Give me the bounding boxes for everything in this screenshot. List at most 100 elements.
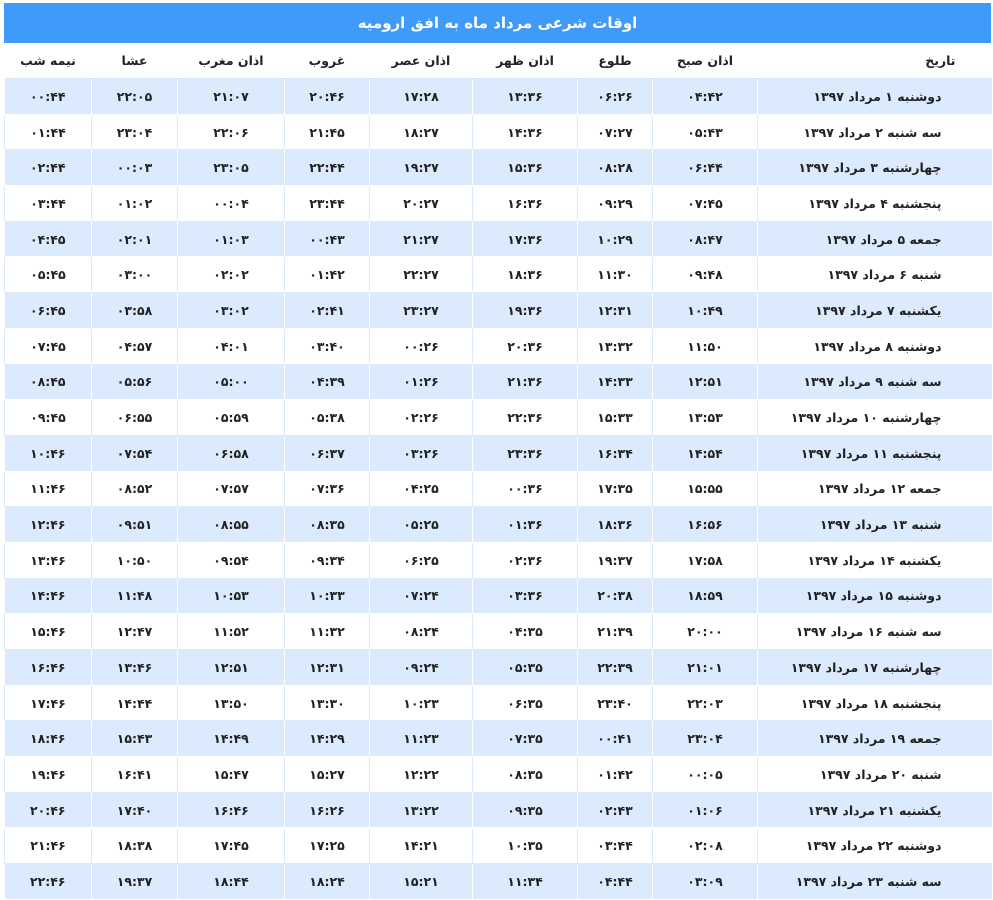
maghrib-cell: ۰۳:۰۲ [177, 292, 285, 329]
isha-cell: ۰۲:۰۱ [91, 221, 178, 258]
midnight-cell: ۰۵:۴۵ [4, 256, 92, 294]
date-cell: پنجشنبه ۴ مرداد ۱۳۹۷ [757, 185, 992, 222]
asr-cell: ۰۸:۲۴ [369, 613, 473, 650]
isha-cell: ۰۱:۰۲ [91, 185, 178, 222]
maghrib-cell: ۰۰:۰۴ [177, 185, 285, 222]
isha-cell: ۱۱:۴۸ [91, 578, 178, 615]
midnight-cell: ۰۳:۴۴ [4, 185, 92, 222]
sunset-cell: ۰۱:۴۲ [284, 256, 370, 294]
date-cell: دوشنبه ۲۲ مرداد ۱۳۹۷ [757, 827, 992, 865]
midnight-cell: ۱۹:۴۶ [4, 756, 92, 793]
date-cell: چهارشنبه ۱۰ مرداد ۱۳۹۷ [757, 399, 992, 436]
sunset-cell: ۱۱:۳۲ [284, 613, 370, 650]
sunrise-cell: ۰۸:۲۸ [577, 149, 653, 187]
asr-cell: ۱۸:۲۷ [369, 114, 473, 151]
midnight-cell: ۱۸:۴۶ [4, 720, 92, 758]
sunrise-cell: ۰۳:۴۴ [577, 827, 653, 865]
sunset-cell: ۲۳:۴۴ [284, 185, 370, 222]
table-row: جمعه ۱۲ مرداد ۱۳۹۷ ۱۵:۵۵ ۱۷:۳۵ ۰۰:۳۶ ۰۴:۲۵ ۰۷… [4, 471, 992, 508]
table-row: پنجشنبه ۴ مرداد ۱۳۹۷ ۰۷:۴۵ ۰۹:۲۹ ۱۶:۳۶ ۲۰:۲۷… [4, 185, 992, 222]
table-row: یکشنبه ۱۴ مرداد ۱۳۹۷ ۱۷:۵۸ ۱۹:۳۷ ۰۲:۳۶ ۰۶:۲۵… [4, 542, 992, 579]
sunrise-cell: ۱۸:۳۶ [577, 506, 653, 543]
date-cell: شنبه ۶ مرداد ۱۳۹۷ [757, 256, 992, 294]
dhuhr-cell: ۰۴:۳۵ [472, 613, 578, 650]
asr-cell: ۲۰:۲۷ [369, 185, 473, 222]
date-cell: پنجشنبه ۱۸ مرداد ۱۳۹۷ [757, 685, 992, 722]
maghrib-cell: ۲۳:۰۵ [177, 149, 285, 187]
midnight-cell: ۰۶:۴۵ [4, 292, 92, 329]
dhuhr-cell: ۱۱:۳۴ [472, 863, 578, 900]
fajr-cell: ۰۸:۴۷ [652, 221, 758, 258]
fajr-cell: ۱۳:۵۳ [652, 399, 758, 436]
sunrise-cell: ۲۳:۴۰ [577, 685, 653, 722]
asr-cell: ۱۵:۲۱ [369, 863, 473, 900]
table-row: سه شنبه ۲۳ مرداد ۱۳۹۷ ۰۳:۰۹ ۰۴:۴۴ ۱۱:۳۴ ۱۵:۲… [4, 863, 992, 900]
asr-cell: ۱۰:۲۳ [369, 685, 473, 722]
midnight-cell: ۱۰:۴۶ [4, 435, 92, 472]
prayer-times-panel: اوقات شرعی مرداد ماه به افق ارومیه تاریخ… [4, 3, 992, 900]
dhuhr-cell: ۱۹:۳۶ [472, 292, 578, 329]
sunrise-cell: ۰۲:۴۳ [577, 792, 653, 829]
fajr-cell: ۰۰:۰۵ [652, 756, 758, 793]
sunrise-cell: ۱۵:۳۳ [577, 399, 653, 436]
isha-cell: ۰۶:۵۵ [91, 399, 178, 436]
dhuhr-cell: ۰۸:۳۵ [472, 756, 578, 793]
table-row: شنبه ۱۳ مرداد ۱۳۹۷ ۱۶:۵۶ ۱۸:۳۶ ۰۱:۳۶ ۰۵:۲۵ ۰۸… [4, 506, 992, 543]
midnight-cell: ۰۴:۴۵ [4, 221, 92, 258]
date-cell: سه شنبه ۲ مرداد ۱۳۹۷ [757, 114, 992, 151]
dhuhr-cell: ۱۳:۳۶ [472, 78, 578, 115]
header-isha: عشا [91, 43, 178, 79]
date-cell: دوشنبه ۱ مرداد ۱۳۹۷ [757, 78, 992, 115]
dhuhr-cell: ۰۷:۳۵ [472, 720, 578, 758]
midnight-cell: ۲۰:۴۶ [4, 792, 92, 829]
asr-cell: ۱۷:۲۸ [369, 78, 473, 115]
table-row: سه شنبه ۱۶ مرداد ۱۳۹۷ ۲۰:۰۰ ۲۱:۳۹ ۰۴:۳۵ ۰۸:۲… [4, 613, 992, 650]
fajr-cell: ۲۰:۰۰ [652, 613, 758, 650]
table-row: سه شنبه ۲ مرداد ۱۳۹۷ ۰۵:۴۳ ۰۷:۲۷ ۱۴:۳۶ ۱۸:۲۷… [4, 114, 992, 151]
table-row: یکشنبه ۷ مرداد ۱۳۹۷ ۱۰:۴۹ ۱۲:۳۱ ۱۹:۳۶ ۲۳:۲۷ ۰… [4, 292, 992, 329]
dhuhr-cell: ۲۲:۳۶ [472, 399, 578, 436]
sunrise-cell: ۱۳:۳۲ [577, 328, 653, 365]
midnight-cell: ۲۲:۴۶ [4, 863, 92, 900]
sunset-cell: ۰۶:۳۷ [284, 435, 370, 472]
table-row: پنجشنبه ۱۸ مرداد ۱۳۹۷ ۲۲:۰۳ ۲۳:۴۰ ۰۶:۳۵ ۱۰:۲… [4, 685, 992, 722]
asr-cell: ۰۷:۲۴ [369, 578, 473, 615]
header-maghrib: اذان مغرب [177, 43, 285, 79]
maghrib-cell: ۱۰:۵۳ [177, 578, 285, 615]
table-row: چهارشنبه ۱۰ مرداد ۱۳۹۷ ۱۳:۵۳ ۱۵:۳۳ ۲۲:۳۶ ۰۲:… [4, 399, 992, 436]
date-cell: یکشنبه ۲۱ مرداد ۱۳۹۷ [757, 792, 992, 829]
asr-cell: ۰۶:۲۵ [369, 542, 473, 579]
sunrise-cell: ۰۹:۲۹ [577, 185, 653, 222]
sunset-cell: ۱۳:۳۰ [284, 685, 370, 722]
maghrib-cell: ۰۵:۰۰ [177, 364, 285, 401]
dhuhr-cell: ۰۱:۳۶ [472, 506, 578, 543]
sunset-cell: ۰۹:۳۴ [284, 542, 370, 579]
dhuhr-cell: ۱۵:۳۶ [472, 149, 578, 187]
table-header: تاریخ اذان صبح طلوع اذان ظهر اذان عصر غروب اذا… [4, 43, 992, 79]
sunset-cell: ۰۲:۴۱ [284, 292, 370, 329]
isha-cell: ۲۳:۰۴ [91, 114, 178, 151]
fajr-cell: ۰۷:۴۵ [652, 185, 758, 222]
table-row: سه شنبه ۹ مرداد ۱۳۹۷ ۱۲:۵۱ ۱۴:۳۳ ۲۱:۳۶ ۰۱:۲۶… [4, 364, 992, 401]
sunset-cell: ۰۸:۳۵ [284, 506, 370, 543]
dhuhr-cell: ۰۰:۳۶ [472, 471, 578, 508]
midnight-cell: ۱۴:۴۶ [4, 578, 92, 615]
prayer-times-table: تاریخ اذان صبح طلوع اذان ظهر اذان عصر غروب اذا… [4, 43, 992, 900]
sunset-cell: ۰۳:۴۰ [284, 328, 370, 365]
maghrib-cell: ۰۱:۰۳ [177, 221, 285, 258]
maghrib-cell: ۱۳:۵۰ [177, 685, 285, 722]
dhuhr-cell: ۲۰:۳۶ [472, 328, 578, 365]
sunrise-cell: ۲۰:۳۸ [577, 578, 653, 615]
midnight-cell: ۱۷:۴۶ [4, 685, 92, 722]
sunrise-cell: ۱۴:۳۳ [577, 364, 653, 401]
sunrise-cell: ۰۴:۴۴ [577, 863, 653, 900]
header-asr: اذان عصر [369, 43, 473, 79]
date-cell: شنبه ۱۳ مرداد ۱۳۹۷ [757, 506, 992, 543]
midnight-cell: ۱۲:۴۶ [4, 506, 92, 543]
sunrise-cell: ۰۶:۲۶ [577, 78, 653, 115]
fajr-cell: ۱۷:۵۸ [652, 542, 758, 579]
sunrise-cell: ۱۱:۳۰ [577, 256, 653, 294]
maghrib-cell: ۱۴:۴۹ [177, 720, 285, 758]
asr-cell: ۰۳:۲۶ [369, 435, 473, 472]
isha-cell: ۱۶:۴۱ [91, 756, 178, 793]
